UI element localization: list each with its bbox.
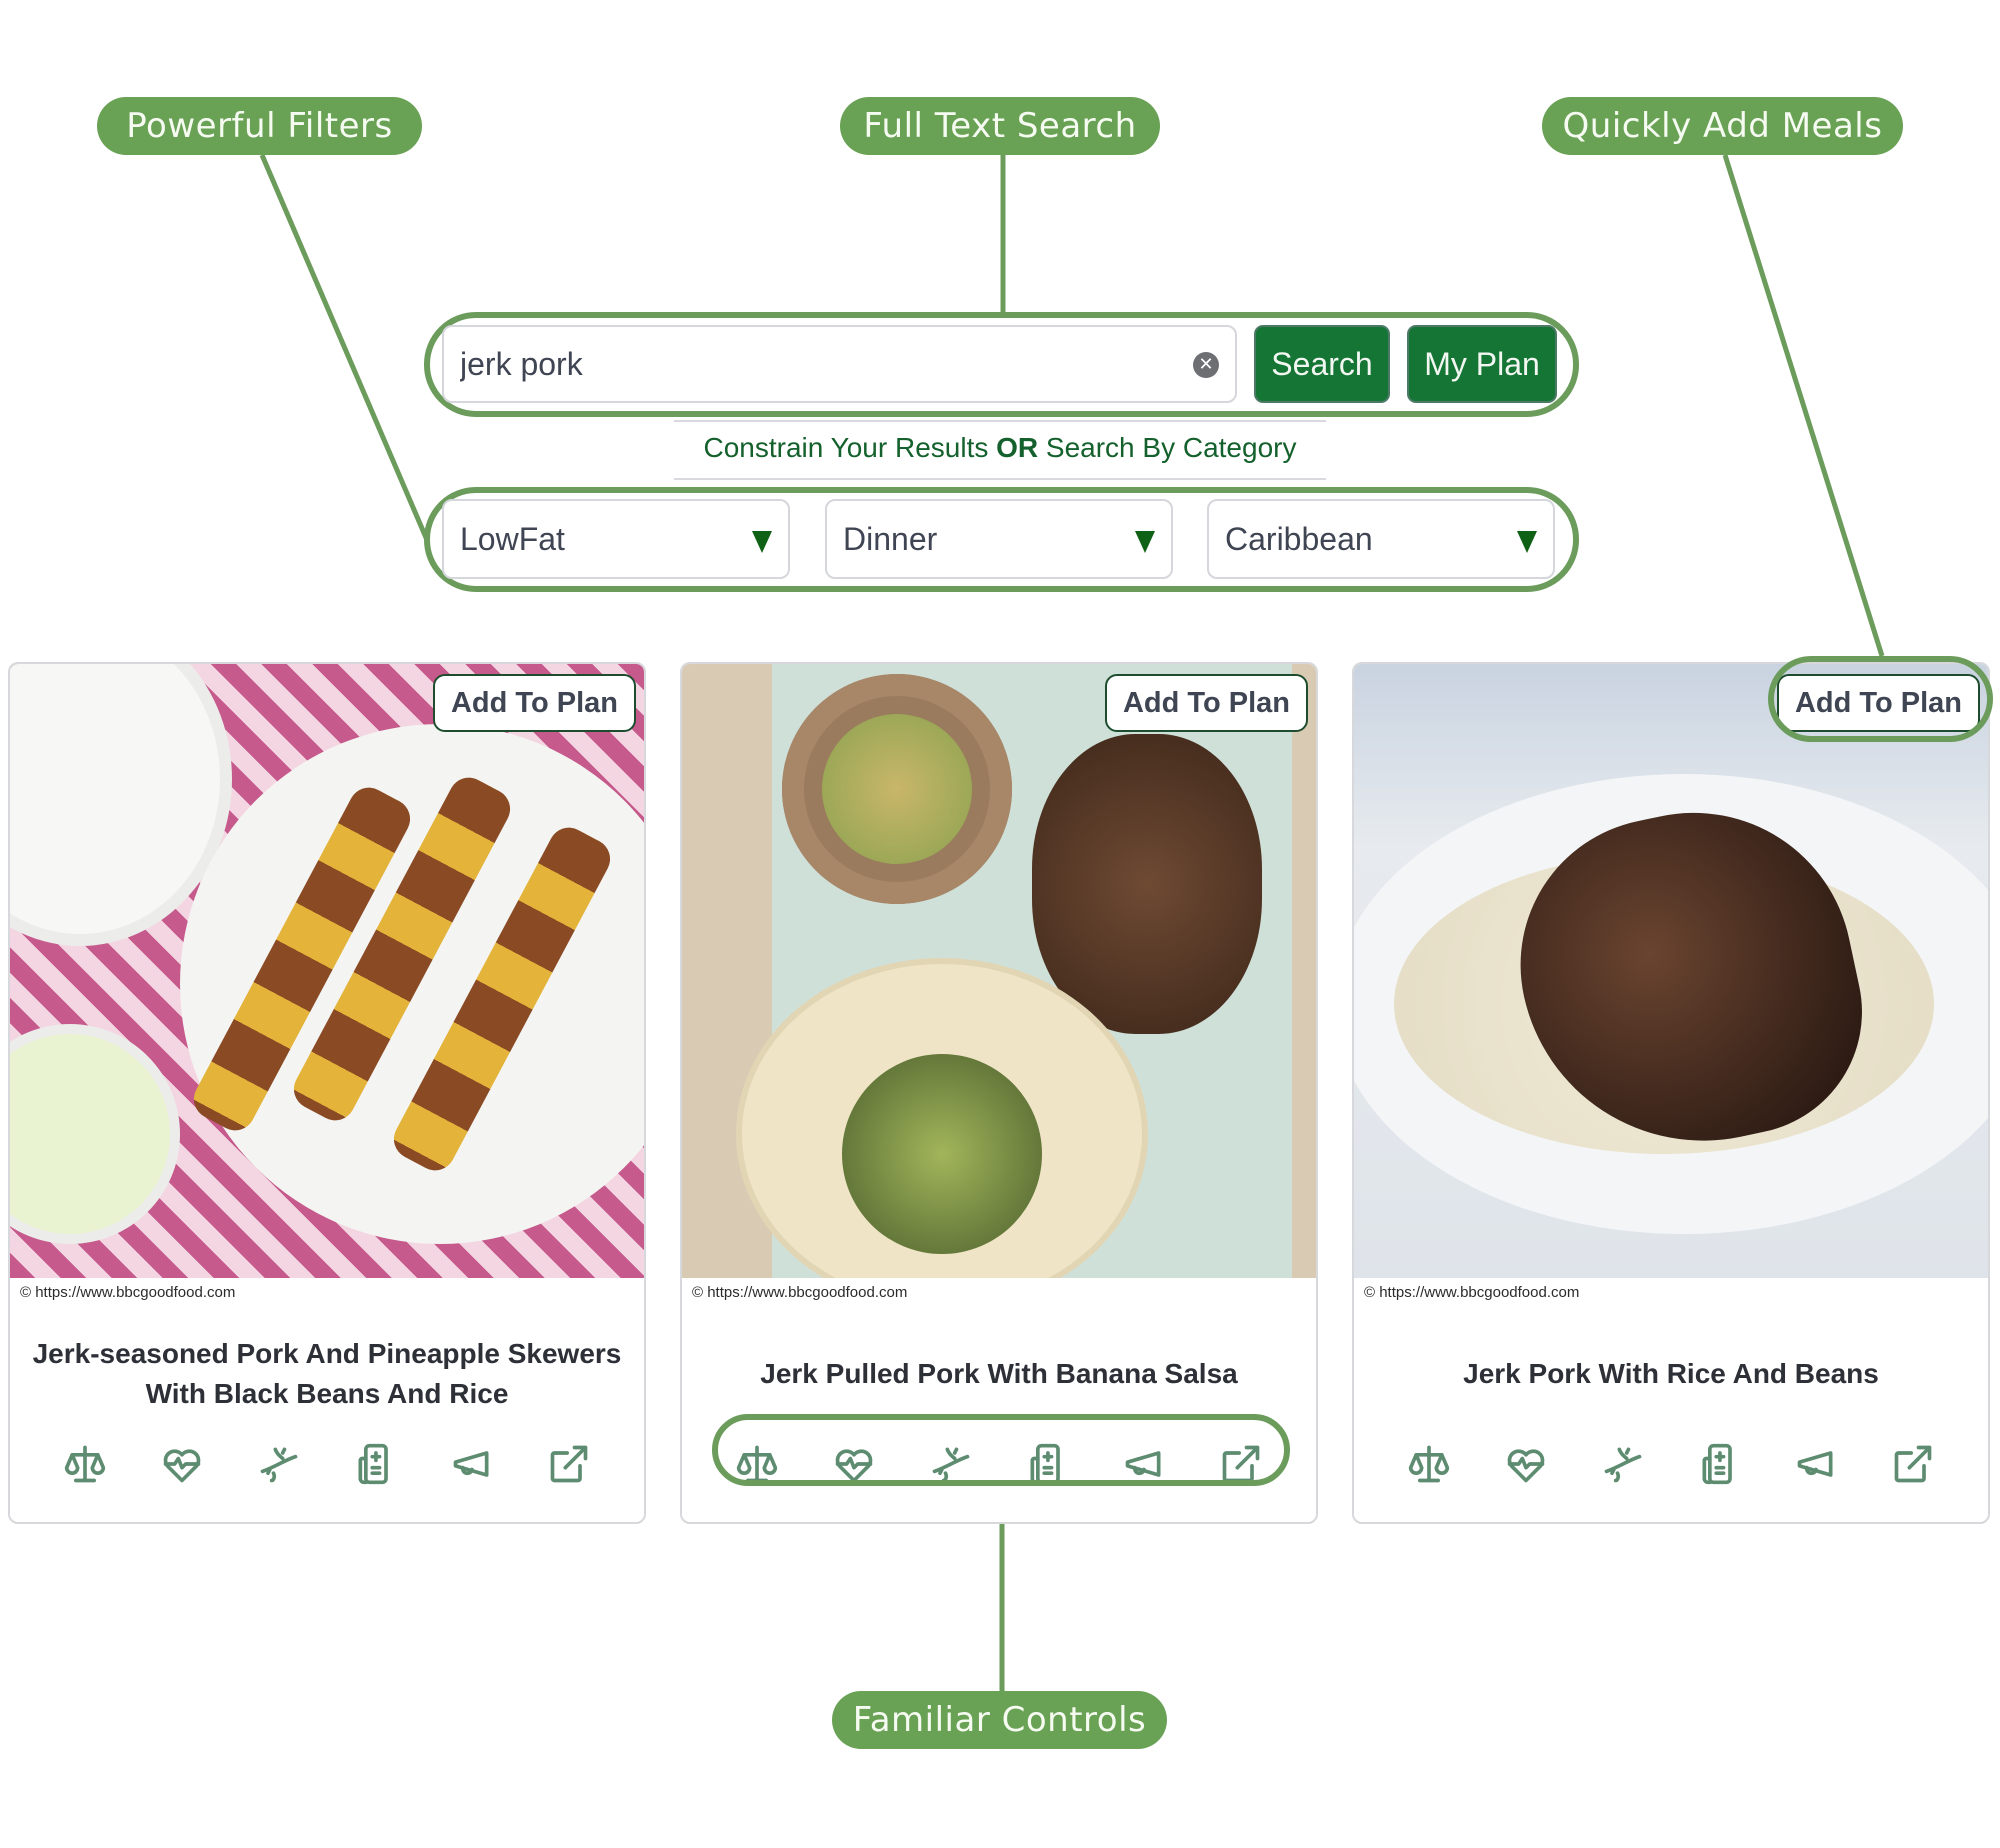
recipe-title: Jerk-seasoned Pork And Pineapple Skewers… xyxy=(32,1338,622,1409)
cuisine-filter-select[interactable]: Caribbean xyxy=(1207,499,1555,579)
callout-powerful-filters: Powerful Filters xyxy=(97,97,422,155)
medical-report-icon[interactable] xyxy=(1694,1439,1744,1489)
dropdown-arrow-icon xyxy=(1517,531,1537,553)
divider-top xyxy=(674,420,1326,422)
heart-pulse-icon[interactable] xyxy=(1501,1439,1551,1489)
recipe-card: Add To Plan © https://www.bbcgoodfood.co… xyxy=(8,662,646,1524)
recipe-card: Add To Plan © https://www.bbcgoodfood.co… xyxy=(680,662,1318,1524)
recipe-title: Jerk Pork With Rice And Beans xyxy=(1463,1358,1879,1389)
callout-full-text-search: Full Text Search xyxy=(840,97,1160,155)
filters-connector xyxy=(259,154,430,541)
dna-icon[interactable] xyxy=(1598,1439,1648,1489)
search-input[interactable] xyxy=(444,344,1162,384)
add-to-plan-button[interactable]: Add To Plan xyxy=(432,674,636,732)
callout-quickly-add-meals: Quickly Add Meals xyxy=(1542,97,1903,155)
dna-icon[interactable] xyxy=(254,1439,304,1489)
image-credit: © https://www.bbcgoodfood.com xyxy=(692,1284,908,1301)
external-link-icon[interactable] xyxy=(544,1439,594,1489)
constrain-suffix: Search By Category xyxy=(1038,432,1297,463)
add-to-plan-highlight-frame xyxy=(1768,656,1993,742)
external-link-icon[interactable] xyxy=(1888,1439,1938,1489)
my-plan-button[interactable]: My Plan xyxy=(1407,325,1557,403)
constrain-or: OR xyxy=(996,432,1039,463)
meal-type-filter-value: Dinner xyxy=(843,520,938,557)
constrain-hint: Constrain Your Results OR Search By Cate… xyxy=(0,432,2000,464)
recipe-actions xyxy=(50,1434,604,1494)
dropdown-arrow-icon xyxy=(752,531,772,553)
cuisine-filter-value: Caribbean xyxy=(1225,520,1373,557)
constrain-prefix: Constrain Your Results xyxy=(703,432,997,463)
controls-highlight-frame xyxy=(712,1414,1290,1486)
megaphone-icon[interactable] xyxy=(1791,1439,1841,1489)
callout-familiar-controls: Familiar Controls xyxy=(832,1691,1167,1749)
recipe-photo[interactable] xyxy=(10,664,644,1278)
balance-scale-icon[interactable] xyxy=(60,1439,110,1489)
search-button[interactable]: Search xyxy=(1254,325,1390,403)
recipe-title: Jerk Pulled Pork With Banana Salsa xyxy=(760,1358,1238,1389)
recipe-actions xyxy=(1394,1434,1948,1494)
image-credit: © https://www.bbcgoodfood.com xyxy=(20,1284,236,1301)
megaphone-icon[interactable] xyxy=(447,1439,497,1489)
image-credit: © https://www.bbcgoodfood.com xyxy=(1364,1284,1580,1301)
recipe-photo[interactable] xyxy=(682,664,1316,1278)
balance-scale-icon[interactable] xyxy=(1404,1439,1454,1489)
medical-report-icon[interactable] xyxy=(350,1439,400,1489)
heart-pulse-icon[interactable] xyxy=(157,1439,207,1489)
add-to-plan-button[interactable]: Add To Plan xyxy=(1104,674,1308,732)
divider-bottom xyxy=(674,478,1326,480)
diet-filter-select[interactable]: LowFat xyxy=(442,499,790,579)
add-meals-connector xyxy=(1722,154,1885,657)
recipe-card: Add To Plan © https://www.bbcgoodfood.co… xyxy=(1352,662,1990,1524)
meal-type-filter-select[interactable]: Dinner xyxy=(825,499,1173,579)
clear-search-icon[interactable]: ✕ xyxy=(1193,352,1219,378)
diet-filter-value: LowFat xyxy=(460,520,565,557)
recipe-photo[interactable] xyxy=(1354,664,1988,1278)
dropdown-arrow-icon xyxy=(1135,531,1155,553)
search-field[interactable]: ✕ xyxy=(442,325,1237,403)
